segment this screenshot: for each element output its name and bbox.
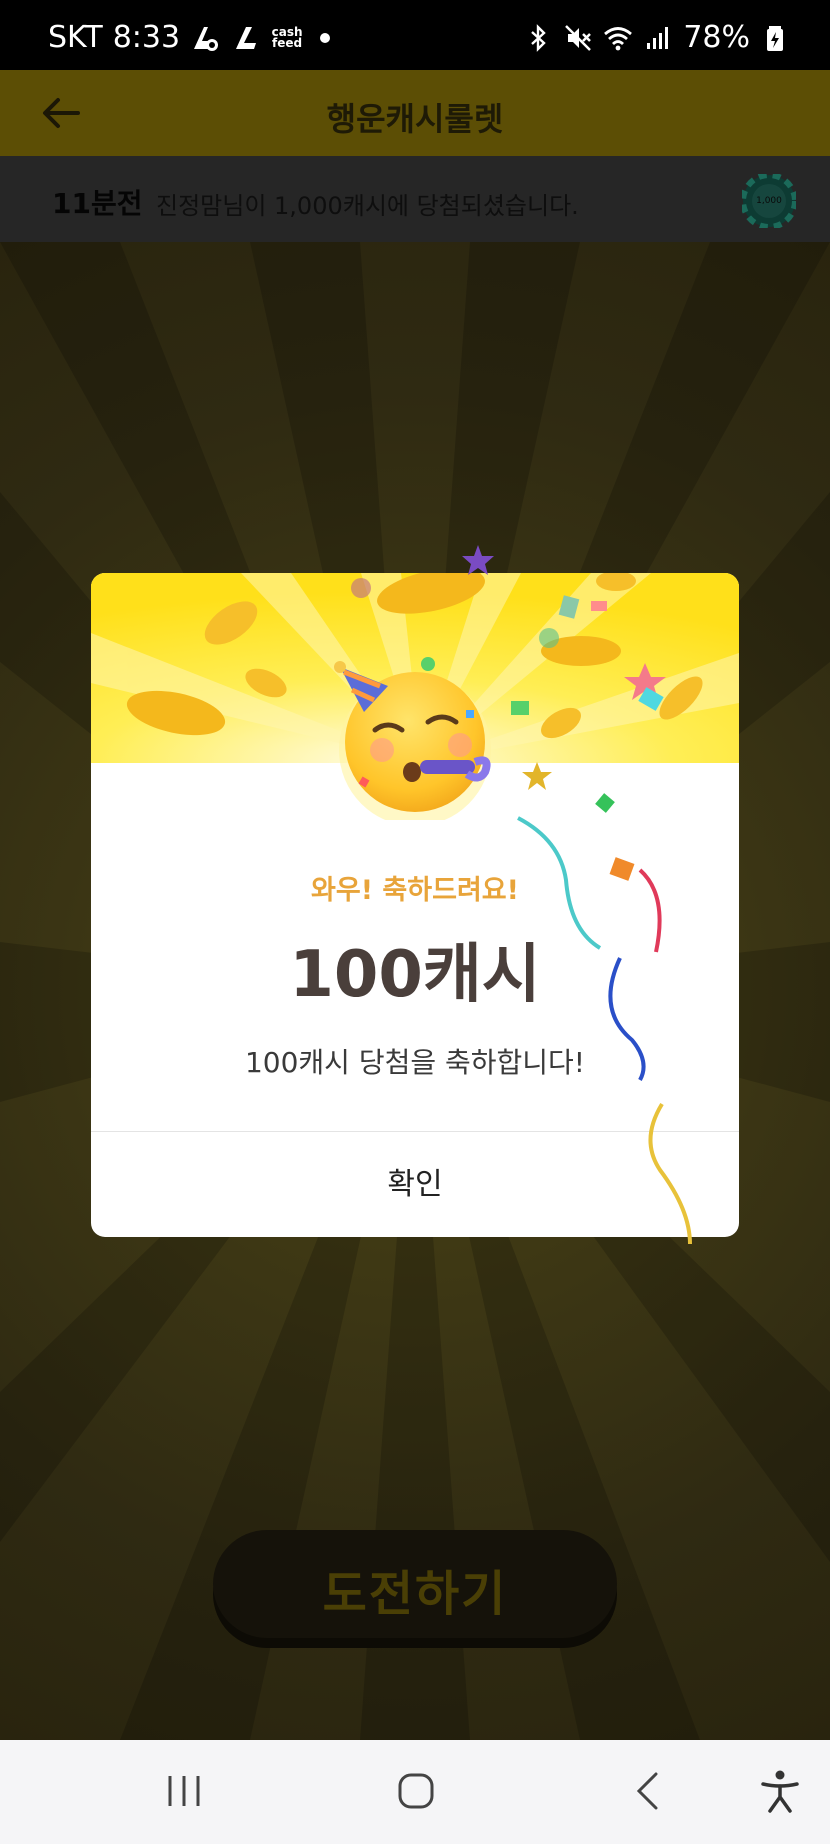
casino-chip-icon: 1,000 [742, 174, 796, 228]
challenge-button[interactable]: 도전하기 [213, 1530, 617, 1638]
app-header: 행운캐시룰렛 [0, 70, 830, 156]
carrier-label: SKT [48, 20, 103, 55]
cashfeed-icon: cash feed [271, 24, 303, 50]
mute-icon [565, 24, 592, 51]
party-face-icon [334, 657, 491, 820]
page-title: 행운캐시룰렛 [326, 100, 504, 138]
reward-description: 100캐시 당첨을 축하합니다! [244, 1046, 586, 1079]
chip-label: 1,000 [756, 196, 782, 206]
recent-apps-icon[interactable] [159, 1766, 209, 1816]
ticker-time: 11분전 [52, 187, 143, 220]
app-notification-icon-2 [236, 26, 257, 49]
battery-icon [767, 25, 783, 51]
wifi-icon [604, 26, 633, 50]
accessibility-icon[interactable] [755, 1766, 805, 1816]
battery-percent: 78% [683, 20, 750, 55]
reward-amount: 100캐시 [289, 938, 541, 1012]
congrats-heading: 와우! 축하드려요! [311, 875, 519, 906]
system-nav-bar [0, 1740, 830, 1844]
signal-icon [647, 26, 669, 49]
challenge-label: 도전하기 [322, 1566, 508, 1622]
bluetooth-icon [531, 23, 547, 52]
app-notification-icon [194, 26, 219, 51]
home-icon[interactable] [391, 1766, 441, 1816]
winner-ticker: 11분전 진정맘님이 1,000캐시에 당첨되셨습니다. [0, 156, 830, 242]
status-bar: SKT 8:33 cash feed 78% [0, 0, 830, 70]
status-right: 78% [523, 20, 790, 55]
status-left: SKT 8:33 cash feed [48, 20, 331, 55]
confirm-button[interactable]: 확인 [91, 1132, 739, 1237]
clock: 8:33 [112, 20, 181, 55]
ticker-message: 진정맘님이 1,000캐시에 당첨되셨습니다. [156, 192, 579, 220]
notification-dot-icon [320, 32, 331, 43]
back-icon[interactable] [624, 1766, 674, 1816]
